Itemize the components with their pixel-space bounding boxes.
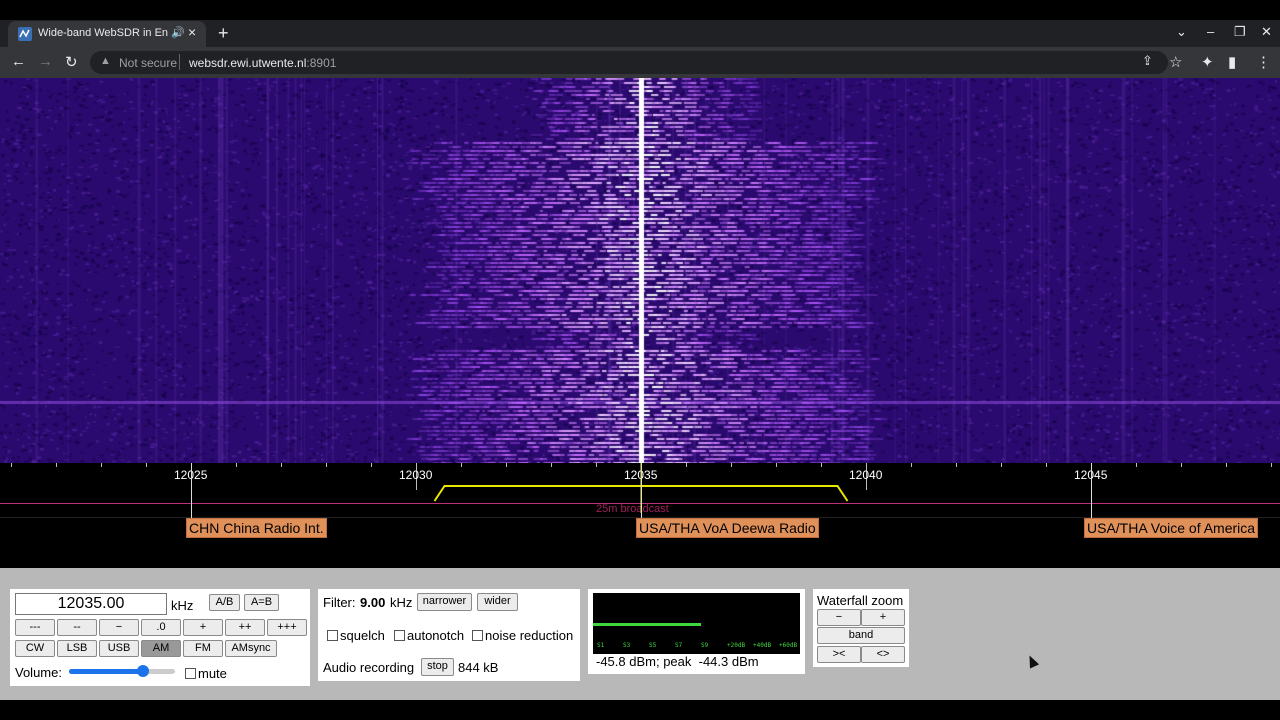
tune-step-button[interactable]: −	[99, 619, 139, 636]
smeter-readout: -45.8 dBm; peak -44.3 dBm	[596, 654, 759, 669]
extensions-puzzle-icon[interactable]: ✦	[1201, 53, 1214, 71]
tab-title: Wide-band WebSDR in Ensch	[38, 27, 168, 39]
tuning-box: 12035.00 kHz A/B A=B --- -- − .0 + ++ +++ CW LS…	[10, 589, 310, 686]
station-label[interactable]: USA/THA Voice of America	[1084, 518, 1259, 538]
filter-label: Filter:	[323, 595, 356, 610]
mode-button-usb[interactable]: USB	[99, 640, 139, 657]
volume-label: Volume:	[15, 665, 62, 680]
mode-button-lsb[interactable]: LSB	[57, 640, 97, 657]
close-window-icon[interactable]: ✕	[1261, 24, 1272, 40]
bookmark-star-icon[interactable]: ☆	[1169, 53, 1182, 71]
mode-button-cw[interactable]: CW	[15, 640, 55, 657]
bottom-black-bar	[0, 700, 1280, 720]
url-host: websdr.ewi.utwente.nl	[189, 56, 307, 70]
zoom-narrow-button[interactable]: ><	[817, 646, 861, 663]
audio-recording-label: Audio recording	[323, 660, 415, 675]
squelch-checkbox[interactable]	[327, 630, 338, 641]
a-equals-b-button[interactable]: A=B	[244, 594, 279, 611]
squelch-label: squelch	[340, 628, 385, 643]
noise-reduction-checkbox[interactable]	[472, 630, 483, 641]
recording-size: 844 kB	[458, 660, 499, 675]
station-marker-line	[641, 463, 642, 518]
back-arrow-icon[interactable]: ←	[11, 53, 26, 70]
station-label[interactable]: CHN China Radio Int.	[186, 518, 327, 538]
forward-arrow-icon[interactable]: →	[38, 53, 53, 70]
frequency-scale[interactable]: 1202512030120351204012045 25m broadcast …	[0, 463, 1280, 568]
zoom-box: Waterfall zoom − + band >< <>	[813, 589, 909, 667]
new-tab-button[interactable]: +	[218, 23, 229, 44]
reload-icon[interactable]: ↻	[65, 53, 78, 71]
zoom-band-button[interactable]: band	[817, 627, 905, 644]
volume-slider[interactable]	[69, 665, 175, 677]
mute-label: mute	[198, 666, 227, 681]
security-label: Not secure	[119, 56, 178, 70]
smeter-scale-label: S7	[675, 642, 683, 649]
smeter-scale-label: +20dB	[727, 642, 746, 649]
tab-search-chevron-icon[interactable]: ⌄	[1176, 24, 1187, 40]
not-secure-warning-icon: ▲	[100, 55, 111, 67]
mode-button-fm[interactable]: FM	[183, 640, 223, 657]
smeter-scale-label: +40dB	[753, 642, 772, 649]
noise-reduction-label: noise reduction	[485, 628, 574, 643]
frequency-unit: kHz	[171, 598, 194, 613]
browser-menu-icon[interactable]: ⋮	[1256, 53, 1271, 71]
waterfall-display[interactable]	[0, 78, 1280, 463]
passband-indicator[interactable]	[0, 463, 1280, 513]
smeter-display: S1 S3 S5 S7 S9 +20dB +40dB +60dB	[593, 593, 800, 654]
mute-checkbox[interactable]	[185, 668, 196, 679]
control-panel: 12035.00 kHz A/B A=B --- -- − .0 + ++ +++ CW LS…	[0, 568, 1280, 700]
smeter-bar	[593, 623, 701, 626]
browser-tab[interactable]: Wide-band WebSDR in Ensch 🔊 ×	[8, 21, 206, 47]
tune-step-button[interactable]: --	[57, 619, 97, 636]
ab-button[interactable]: A/B	[209, 594, 240, 611]
narrower-button[interactable]: narrower	[417, 593, 472, 611]
filter-value: 9.00	[360, 595, 386, 610]
zoom-title: Waterfall zoom	[817, 593, 904, 608]
smeter-scale-label: S1	[597, 642, 605, 649]
volume-fill	[69, 669, 143, 674]
zoom-out-button[interactable]: −	[817, 609, 861, 626]
mode-button-am[interactable]: AM	[141, 640, 181, 657]
tune-step-button[interactable]: +	[183, 619, 223, 636]
filter-unit: kHz	[390, 595, 413, 610]
url-text[interactable]: websdr.ewi.utwente.nl:8901	[189, 56, 336, 70]
restore-window-icon[interactable]: ❐	[1234, 24, 1246, 40]
speaker-icon[interactable]: 🔊	[171, 26, 185, 39]
frequency-input[interactable]: 12035.00	[15, 593, 167, 615]
zoom-in-button[interactable]: +	[861, 609, 905, 626]
smeter-scale-label: +60dB	[779, 642, 798, 649]
station-marker-line	[1091, 463, 1092, 518]
mode-button-amsync[interactable]: AMsync	[225, 640, 277, 657]
minimize-window-icon[interactable]: –	[1207, 24, 1214, 39]
websdr-favicon-icon	[18, 27, 32, 41]
wider-button[interactable]: wider	[477, 593, 518, 611]
tune-step-button[interactable]: .0	[141, 619, 181, 636]
station-marker-line	[191, 463, 192, 518]
tune-step-button[interactable]: ---	[15, 619, 55, 636]
url-port: :8901	[306, 56, 337, 70]
autonotch-label: autonotch	[407, 628, 465, 643]
smeter-scale-label: S5	[649, 642, 657, 649]
side-panel-icon[interactable]: ▮	[1228, 53, 1236, 71]
filter-box: Filter: 9.00 kHz narrower wider squelch …	[318, 589, 580, 681]
zoom-wide-button[interactable]: <>	[861, 646, 905, 663]
tune-step-button[interactable]: +++	[267, 619, 307, 636]
smeter-scale-label: S3	[623, 642, 631, 649]
stop-recording-button[interactable]: stop	[421, 658, 454, 676]
autonotch-checkbox[interactable]	[394, 630, 405, 641]
smeter-scale-label: S9	[701, 642, 709, 649]
volume-knob[interactable]	[136, 665, 149, 677]
station-label[interactable]: USA/THA VoA Deewa Radio	[636, 518, 819, 538]
tune-step-button[interactable]: ++	[225, 619, 265, 636]
top-black-bar	[0, 0, 1280, 20]
omnibox[interactable]: ▲ Not secure websdr.ewi.utwente.nl:8901	[90, 51, 1168, 74]
smeter-box: S1 S3 S5 S7 S9 +20dB +40dB +60dB -45.8 dBm; pea…	[588, 589, 805, 674]
omnibox-divider	[179, 54, 180, 70]
tab-close-icon[interactable]: ×	[188, 24, 196, 40]
share-icon[interactable]: ⇪	[1142, 53, 1153, 69]
